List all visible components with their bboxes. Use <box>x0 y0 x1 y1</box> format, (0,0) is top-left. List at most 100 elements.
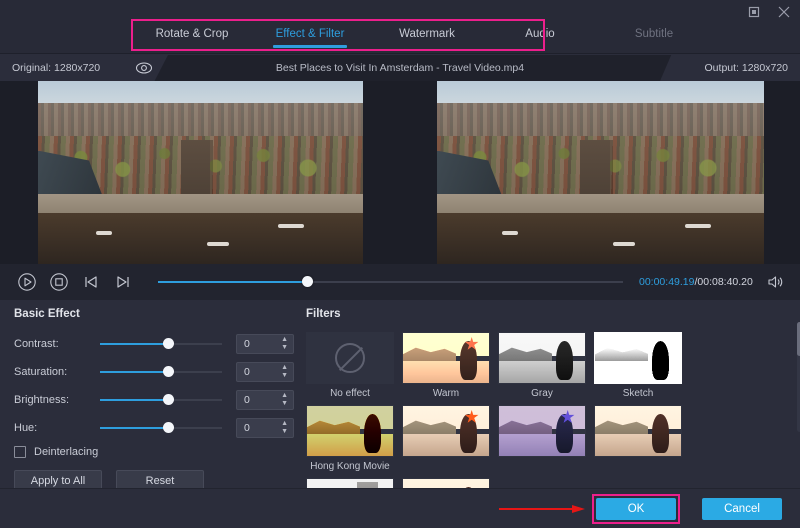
output-video-preview[interactable] <box>437 81 764 264</box>
deinterlacing-row[interactable]: Deinterlacing <box>14 446 294 458</box>
cancel-button[interactable]: Cancel <box>702 498 782 520</box>
title-bar: Rotate & Crop Effect & Filter Watermark … <box>0 0 800 54</box>
contrast-slider[interactable] <box>100 337 222 351</box>
tab-label: Effect & Filter <box>276 28 345 40</box>
filter-preview-art <box>595 333 681 383</box>
tab-rotate-and-crop[interactable]: Rotate & Crop <box>132 22 252 40</box>
output-preview-wrap <box>400 81 800 264</box>
stepper-down-icon[interactable]: ▼ <box>281 429 288 435</box>
slider-knob[interactable] <box>163 366 174 377</box>
stepper-up-icon[interactable]: ▲ <box>281 393 288 399</box>
hue-slider[interactable] <box>100 421 222 435</box>
saturation-value: 0 <box>237 366 250 378</box>
seek-knob[interactable] <box>302 276 313 287</box>
deinterlacing-checkbox[interactable] <box>14 446 26 458</box>
filter-preview-art <box>595 406 681 456</box>
window-controls <box>746 4 792 20</box>
active-tab-underline <box>273 45 347 48</box>
tab-audio[interactable]: Audio <box>486 22 594 40</box>
original-video-preview[interactable] <box>38 81 363 264</box>
seek-slider[interactable] <box>158 275 623 289</box>
video-editor-window: Rotate & Crop Effect & Filter Watermark … <box>0 0 800 528</box>
hue-label: Hue: <box>14 422 100 434</box>
brightness-label: Brightness: <box>14 394 100 406</box>
stepper-up-icon[interactable]: ▲ <box>281 337 288 343</box>
filter-item-hong-kong-movie[interactable]: Hong Kong Movie <box>306 405 394 472</box>
filter-label: No effect <box>306 388 394 399</box>
tab-label: Audio <box>525 28 554 40</box>
hue-row: Hue: 0 ▲▼ <box>14 418 294 437</box>
filter-thumbnail[interactable] <box>402 405 490 457</box>
filter-thumbnail[interactable] <box>594 332 682 384</box>
stepper-down-icon[interactable]: ▼ <box>281 345 288 351</box>
filter-thumbnail[interactable] <box>402 332 490 384</box>
stepper-up-icon[interactable]: ▲ <box>281 365 288 371</box>
hue-value: 0 <box>237 422 250 434</box>
filter-thumbnail[interactable] <box>498 405 586 457</box>
restore-window-icon[interactable] <box>746 4 762 20</box>
stop-icon[interactable] <box>48 271 70 293</box>
timecode-display: 00:00:49.19/00:08:40.20 <box>639 276 753 288</box>
tab-effect-and-filter[interactable]: Effect & Filter <box>252 22 368 40</box>
ok-button[interactable]: OK <box>596 498 676 520</box>
brightness-slider[interactable] <box>100 393 222 407</box>
eye-preview-icon[interactable] <box>135 59 153 77</box>
next-frame-icon[interactable] <box>112 271 134 293</box>
filter-item-warm[interactable]: Warm <box>402 332 490 399</box>
tab-watermark[interactable]: Watermark <box>368 22 486 40</box>
preview-river <box>38 213 363 264</box>
filter-item-row2-3[interactable] <box>594 405 682 472</box>
hue-stepper[interactable]: 0 ▲▼ <box>236 418 294 438</box>
stepper-arrows[interactable]: ▲▼ <box>281 365 288 379</box>
current-time: 00:00:49.19 <box>639 276 694 288</box>
stepper-up-icon[interactable]: ▲ <box>281 421 288 427</box>
brightness-row: Brightness: 0 ▲▼ <box>14 390 294 409</box>
saturation-label: Saturation: <box>14 366 100 378</box>
slider-knob[interactable] <box>163 394 174 405</box>
tab-label: Rotate & Crop <box>156 28 229 40</box>
tab-subtitle[interactable]: Subtitle <box>594 22 714 40</box>
preview-boat <box>613 242 635 246</box>
close-window-icon[interactable] <box>776 4 792 20</box>
stepper-down-icon[interactable]: ▼ <box>281 401 288 407</box>
filter-thumbnail[interactable] <box>594 405 682 457</box>
filter-item-row2-1[interactable] <box>402 405 490 472</box>
stepper-arrows[interactable]: ▲▼ <box>281 393 288 407</box>
contrast-row: Contrast: 0 ▲▼ <box>14 334 294 353</box>
saturation-slider[interactable] <box>100 365 222 379</box>
brightness-stepper[interactable]: 0 ▲▼ <box>236 390 294 410</box>
filter-item-no-effect[interactable]: No effect <box>306 332 394 399</box>
preview-boat <box>278 224 304 228</box>
filter-item-sketch[interactable]: Sketch <box>594 332 682 399</box>
stepper-arrows[interactable]: ▲▼ <box>281 421 288 435</box>
previous-frame-icon[interactable] <box>80 271 102 293</box>
preview-boat <box>207 242 229 246</box>
contrast-label: Contrast: <box>14 338 100 350</box>
filter-thumbnail[interactable] <box>306 405 394 457</box>
tab-label: Watermark <box>399 28 455 40</box>
slider-fill <box>100 427 168 429</box>
slider-fill <box>100 343 168 345</box>
slider-knob[interactable] <box>163 422 174 433</box>
output-resolution-label: Output: 1280x720 <box>705 62 788 74</box>
stepper-down-icon[interactable]: ▼ <box>281 373 288 379</box>
no-effect-icon[interactable] <box>306 332 394 384</box>
speaker-volume-icon[interactable] <box>765 272 785 292</box>
stepper-arrows[interactable]: ▲▼ <box>281 337 288 351</box>
basic-effect-section: Basic Effect Contrast: 0 ▲▼ Saturatio <box>14 308 294 492</box>
reset-label: Reset <box>146 475 175 487</box>
output-resolution-tag: Output: 1280x720 <box>660 55 800 81</box>
filter-thumbnail[interactable] <box>498 332 586 384</box>
slider-knob[interactable] <box>163 338 174 349</box>
media-info-bar: Best Places to Visit In Amsterdam - Trav… <box>0 55 800 81</box>
playback-controls-bar: 00:00:49.19/00:08:40.20 <box>0 264 800 300</box>
filters-title: Filters <box>306 308 786 320</box>
contrast-stepper[interactable]: 0 ▲▼ <box>236 334 294 354</box>
filter-item-row2-2[interactable] <box>498 405 586 472</box>
saturation-stepper[interactable]: 0 ▲▼ <box>236 362 294 382</box>
original-resolution-label: Original: 1280x720 <box>12 62 100 74</box>
filter-item-gray[interactable]: Gray <box>498 332 586 399</box>
play-icon[interactable] <box>16 271 38 293</box>
filter-label: Warm <box>402 388 490 399</box>
filter-label: Hong Kong Movie <box>306 461 394 472</box>
